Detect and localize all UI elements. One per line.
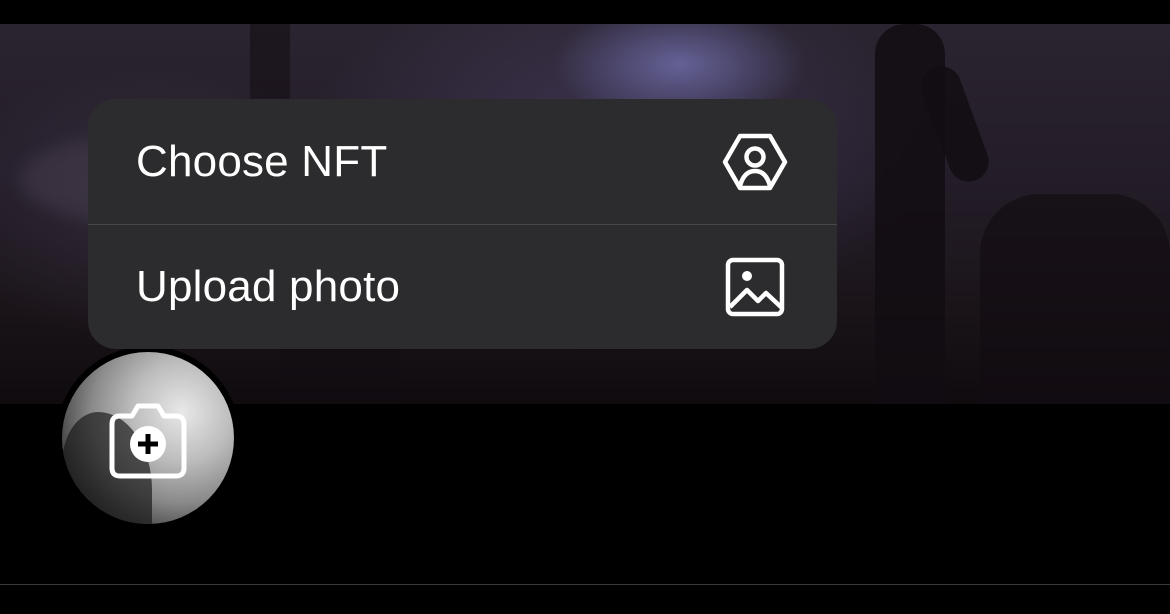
menu-item-label: Choose NFT xyxy=(136,136,388,186)
status-bar-area xyxy=(0,0,1170,24)
camera-plus-icon xyxy=(109,403,187,479)
menu-item-choose-nft[interactable]: Choose NFT xyxy=(88,99,837,224)
profile-edit-screen: Choose NFT Upload photo xyxy=(0,0,1170,614)
divider xyxy=(0,584,1170,585)
change-avatar-button[interactable] xyxy=(104,396,192,484)
photo-icon xyxy=(721,253,789,321)
avatar-options-menu: Choose NFT Upload photo xyxy=(88,99,837,349)
menu-item-upload-photo[interactable]: Upload photo xyxy=(88,225,837,349)
hexagon-person-icon xyxy=(721,128,789,196)
banner-silhouette xyxy=(980,194,1170,404)
menu-item-label: Upload photo xyxy=(136,262,401,311)
